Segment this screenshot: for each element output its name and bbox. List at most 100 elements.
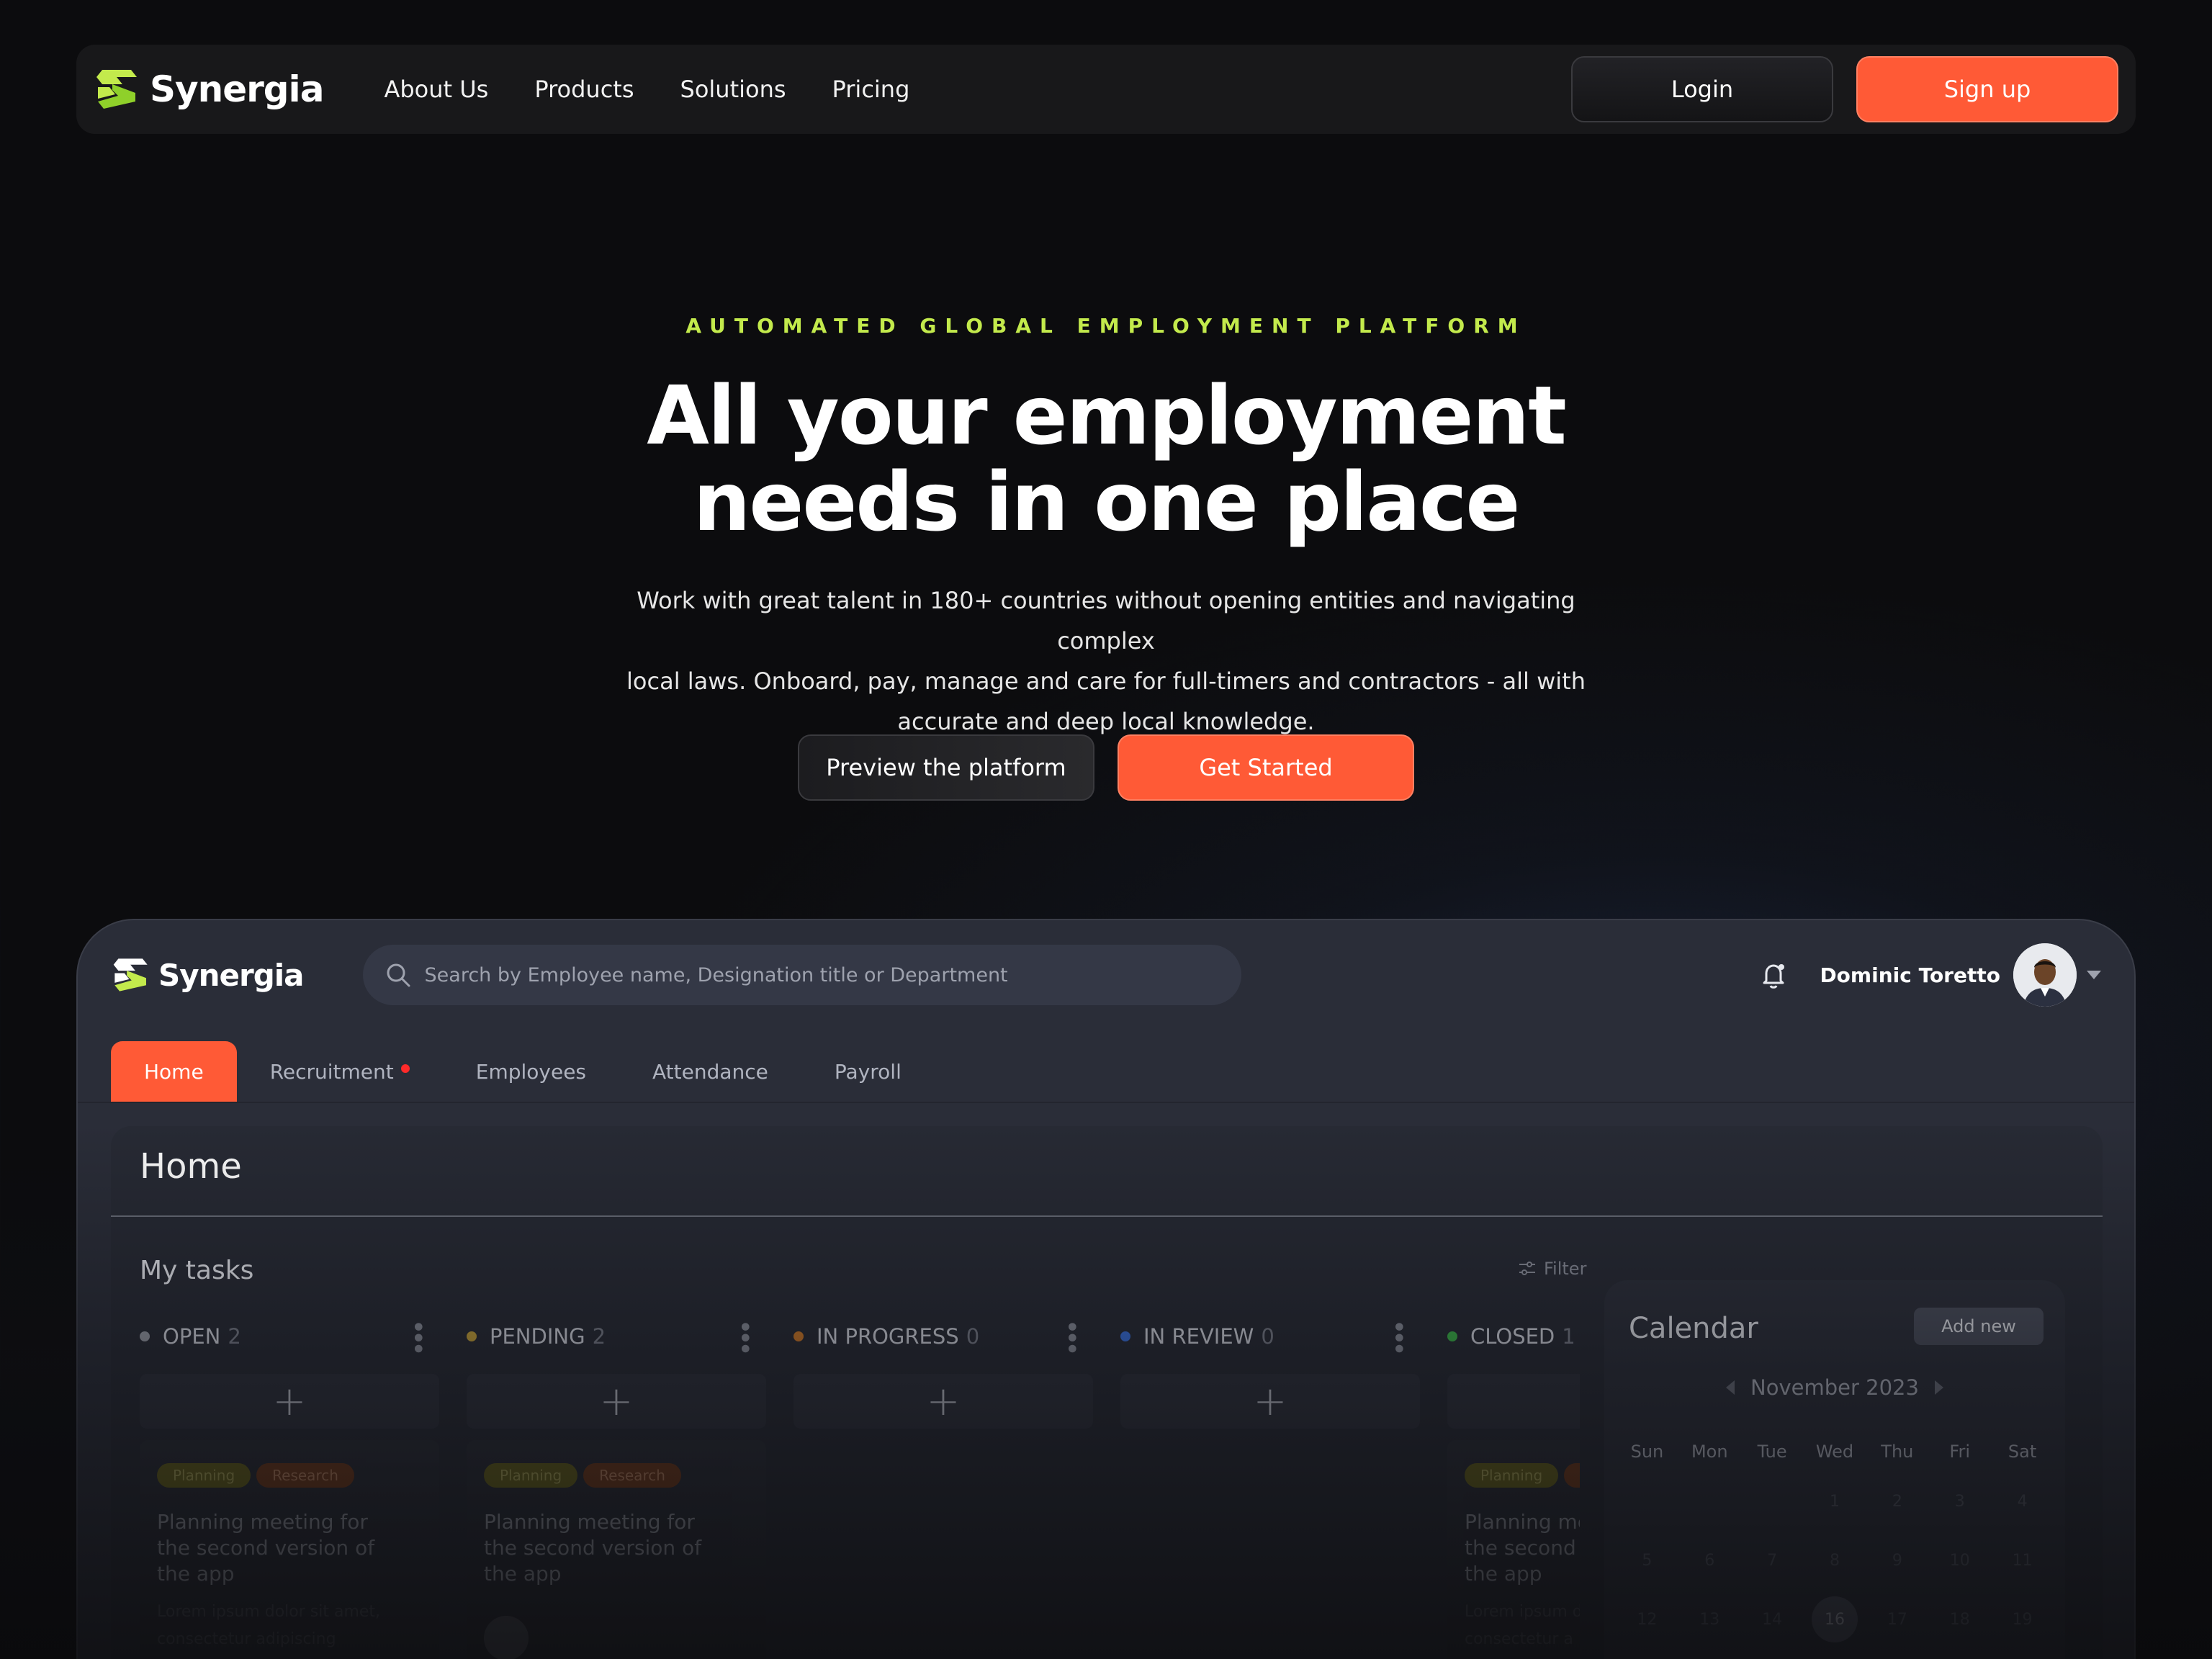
task-card[interactable]: Planning Research Planning meeting for t…	[467, 1440, 766, 1659]
synergia-logo-icon	[113, 958, 148, 992]
calendar-day[interactable]: 4	[1991, 1472, 2054, 1531]
calendar-widget: Calendar Add new November 2023 Sun Mon T…	[1604, 1280, 2065, 1659]
avatar-portrait-icon	[2013, 943, 2077, 1007]
dashboard-header: Synergia Dominic Toretto	[78, 920, 2134, 1030]
preview-platform-button[interactable]: Preview the platform	[798, 734, 1094, 801]
status-dot	[467, 1331, 477, 1341]
hero-cta-group: Preview the platform Get Started	[798, 734, 1414, 801]
login-button[interactable]: Login	[1571, 56, 1833, 122]
weekday-label: Sat	[2008, 1442, 2037, 1462]
nav-link-products[interactable]: Products	[534, 76, 634, 103]
task-card[interactable]: Planning Research Planning meeting for t…	[140, 1440, 439, 1659]
nav-links: About Us Products Solutions Pricing	[384, 76, 909, 103]
task-title: Planning me the second v the app	[1465, 1510, 1580, 1586]
calendar-day-today[interactable]: 16	[1804, 1590, 1866, 1649]
task-card[interactable]: Planning Planning me the second v the ap…	[1447, 1440, 1580, 1659]
add-task-button[interactable]: +	[1120, 1374, 1420, 1429]
tab-payroll[interactable]: Payroll	[801, 1041, 935, 1102]
tab-employees[interactable]: Employees	[443, 1041, 619, 1102]
calendar-day[interactable]: 18	[1928, 1590, 1991, 1649]
add-task-button[interactable]	[1447, 1374, 1580, 1429]
brand-logo[interactable]: Synergia	[94, 67, 324, 112]
status-dot	[140, 1331, 150, 1341]
tag-planning: Planning	[1465, 1463, 1559, 1488]
task-column-pending: PENDING 2 ••• + Planning Research Planni…	[467, 1313, 766, 1659]
task-column-open: OPEN 2 ••• + Planning Research Planning …	[140, 1313, 439, 1659]
hero-subtitle: Work with great talent in 180+ countries…	[626, 587, 1586, 735]
weekday-label: Sun	[1630, 1442, 1664, 1462]
tag-planning: Planning	[484, 1463, 578, 1488]
assignee-avatar	[484, 1616, 529, 1659]
column-more-icon[interactable]: •••	[732, 1320, 757, 1353]
add-task-button[interactable]: +	[140, 1374, 439, 1429]
calendar-day[interactable]: 1	[1804, 1472, 1866, 1531]
task-title: Planning meeting for the second version …	[484, 1510, 702, 1586]
brand-name: Synergia	[150, 68, 324, 110]
status-dot	[793, 1331, 804, 1341]
tag-research: Research	[583, 1463, 681, 1488]
user-menu-chevron-down-icon[interactable]	[2087, 971, 2101, 979]
status-dot	[1120, 1331, 1130, 1341]
hero-eyebrow: AUTOMATED GLOBAL EMPLOYMENT PLATFORM	[685, 314, 1527, 338]
task-column-in-review: IN REVIEW 0 ••• +	[1120, 1313, 1420, 1429]
tab-home[interactable]: Home	[111, 1041, 237, 1102]
task-description: Lorem ipsum d consectetur a	[1465, 1603, 1580, 1648]
add-task-button[interactable]: +	[793, 1374, 1093, 1429]
calendar-day[interactable]: 8	[1804, 1531, 1866, 1590]
signup-button[interactable]: Sign up	[1856, 56, 2118, 122]
calendar-day[interactable]: 2	[1866, 1472, 1928, 1531]
column-more-icon[interactable]: •••	[405, 1320, 430, 1353]
calendar-day[interactable]: 17	[1866, 1590, 1928, 1649]
weekday-label: Mon	[1691, 1442, 1728, 1462]
calendar-day[interactable]: 13	[1678, 1590, 1741, 1649]
status-dot	[1447, 1331, 1457, 1341]
task-column-closed: CLOSED 1 Planning Planning me the second…	[1447, 1313, 1580, 1659]
calendar-day[interactable]: 11	[1991, 1531, 2054, 1590]
calendar-day	[1678, 1472, 1741, 1531]
calendar-day[interactable]: 10	[1928, 1531, 1991, 1590]
weekday-label: Wed	[1815, 1442, 1854, 1462]
next-month-icon[interactable]	[1934, 1380, 1943, 1395]
tab-recruitment[interactable]: Recruitment	[237, 1041, 443, 1102]
calendar-day[interactable]: 7	[1741, 1531, 1804, 1590]
calendar-day[interactable]: 12	[1616, 1590, 1678, 1649]
calendar-day[interactable]: 9	[1866, 1531, 1928, 1590]
dashboard-brand-name: Synergia	[158, 957, 305, 993]
prev-month-icon[interactable]	[1726, 1380, 1735, 1395]
calendar-day[interactable]: 14	[1741, 1590, 1804, 1649]
top-navbar: Synergia About Us Products Solutions Pri…	[76, 45, 2136, 134]
calendar-title: Calendar	[1629, 1312, 1758, 1345]
dashboard-tabs: Home Recruitment Employees Attendance Pa…	[111, 1041, 935, 1102]
nav-link-solutions[interactable]: Solutions	[680, 76, 786, 103]
employee-search[interactable]	[362, 945, 1241, 1005]
nav-link-about-us[interactable]: About Us	[384, 76, 488, 103]
get-started-button[interactable]: Get Started	[1118, 734, 1414, 801]
tag-planning: Planning	[157, 1463, 251, 1488]
calendar-month-nav: November 2023	[1604, 1375, 2065, 1400]
filter-button[interactable]: Filter	[1518, 1259, 1586, 1279]
add-task-button[interactable]: +	[467, 1374, 766, 1429]
column-more-icon[interactable]: •••	[1058, 1320, 1084, 1353]
weekday-label: Fri	[1949, 1442, 1970, 1462]
dashboard-preview: Synergia Dominic Toretto H	[76, 919, 2136, 1659]
user-avatar[interactable]	[2013, 943, 2077, 1007]
tag-research: Research	[256, 1463, 354, 1488]
calendar-day[interactable]: 5	[1616, 1531, 1678, 1590]
add-event-button[interactable]: Add new	[1914, 1308, 2044, 1345]
filter-sliders-icon	[1519, 1262, 1535, 1275]
tab-attendance[interactable]: Attendance	[619, 1041, 801, 1102]
user-name[interactable]: Dominic Toretto	[1820, 963, 2000, 987]
dashboard-brand[interactable]: Synergia	[111, 956, 305, 994]
notification-bell-icon[interactable]	[1756, 958, 1791, 992]
calendar-day[interactable]: 3	[1928, 1472, 1991, 1531]
nav-link-pricing[interactable]: Pricing	[832, 76, 910, 103]
search-input[interactable]	[424, 963, 1220, 986]
task-description: Lorem ipsum dolor sit amet, consectetur …	[157, 1603, 381, 1648]
calendar-day[interactable]: 6	[1678, 1531, 1741, 1590]
hero-title: All your employment needs in one place	[647, 369, 1566, 549]
recruitment-notification-dot	[400, 1064, 410, 1073]
my-tasks-title: My tasks	[140, 1256, 254, 1285]
divider	[111, 1215, 2103, 1217]
column-more-icon[interactable]: •••	[1385, 1320, 1411, 1353]
calendar-day[interactable]: 19	[1991, 1590, 2054, 1649]
